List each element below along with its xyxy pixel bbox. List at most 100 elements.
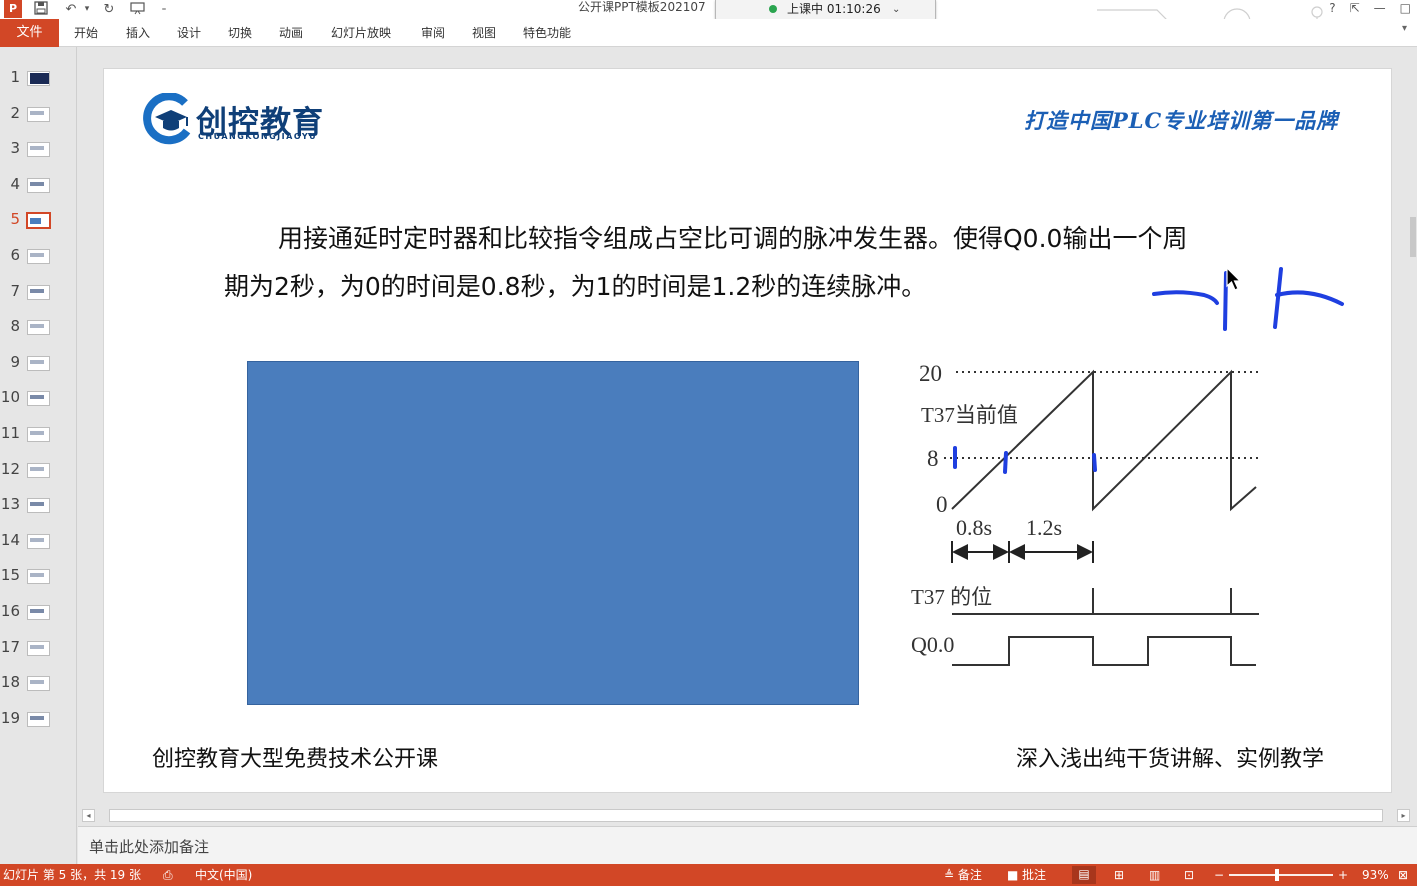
- slide-sorter-icon[interactable]: ⊞: [1114, 867, 1124, 883]
- meeting-status-text: 上课中 01:10:26: [787, 2, 881, 16]
- slide-thumbnail-preview[interactable]: [27, 391, 50, 407]
- ribbon-display-icon[interactable]: ⇱: [1350, 0, 1360, 19]
- slide-thumbnail-5[interactable]: 5: [0, 206, 77, 236]
- powerpoint-logo-icon: P: [4, 0, 22, 18]
- zoom-in-icon[interactable]: +: [1338, 867, 1348, 883]
- slide-thumbnail-preview[interactable]: [27, 569, 50, 585]
- slide-thumbnail-number: 10: [0, 388, 20, 407]
- maximize-icon[interactable]: □: [1400, 0, 1411, 19]
- slide-thumbnail-1[interactable]: 1: [0, 64, 77, 94]
- customize-toolbar-icon[interactable]: ₌: [155, 1, 173, 18]
- slide-thumbnail-number: 14: [0, 530, 20, 549]
- slideshow-start-icon[interactable]: [129, 1, 147, 18]
- reading-view-icon[interactable]: ▥: [1149, 867, 1160, 883]
- help-icon[interactable]: ?: [1329, 0, 1335, 19]
- slide-thumbnail-preview[interactable]: [27, 605, 50, 620]
- slide-thumbnail-preview[interactable]: [27, 71, 50, 86]
- chevron-down-icon[interactable]: ⌄: [892, 1, 900, 18]
- slide-thumbnail-13[interactable]: 13: [0, 491, 77, 521]
- slide-thumbnail-preview[interactable]: [27, 106, 50, 122]
- notes-placeholder[interactable]: 单击此处添加备注: [89, 836, 209, 857]
- slide-thumbnail-preview[interactable]: [27, 533, 50, 549]
- slide-canvas[interactable]: 创控教育 CHUANGKONGJIAOYU 打造中国PLC专业培训第一品牌 用接…: [103, 68, 1392, 793]
- slide-thumbnail-preview[interactable]: [27, 355, 50, 371]
- notes-pane[interactable]: 单击此处添加备注: [78, 826, 1417, 864]
- horizontal-scrollbar-thumb[interactable]: [109, 809, 1383, 822]
- tab-insert[interactable]: 插入: [126, 19, 150, 47]
- vertical-scrollbar-thumb[interactable]: [1410, 217, 1416, 257]
- slide-thumbnail-15[interactable]: 15: [0, 562, 77, 592]
- tab-animations[interactable]: 动画: [279, 19, 303, 47]
- undo-dropdown-icon[interactable]: ▾: [78, 1, 96, 18]
- tab-review[interactable]: 审阅: [421, 19, 445, 47]
- tab-transitions[interactable]: 切换: [228, 19, 252, 47]
- slide-thumbnail-preview[interactable]: [27, 711, 50, 727]
- slide-thumbnail-4[interactable]: 4: [0, 171, 77, 201]
- slide-thumbnail-number: 17: [0, 637, 20, 656]
- slide-thumbnail-preview[interactable]: [27, 640, 50, 656]
- slide-thumbnail-preview[interactable]: [27, 498, 50, 514]
- zoom-out-icon[interactable]: −: [1214, 867, 1224, 883]
- slide-thumbnail-number: 8: [10, 317, 20, 336]
- slide-thumbnail-preview[interactable]: [27, 320, 50, 336]
- slide-thumbnail-preview[interactable]: [27, 142, 50, 158]
- slide-thumbnail-17[interactable]: 17: [0, 634, 77, 664]
- slide-thumbnail-3[interactable]: 3: [0, 135, 77, 165]
- tab-file[interactable]: 文件: [0, 19, 59, 47]
- zoom-level[interactable]: 93%: [1362, 867, 1389, 883]
- slide-thumbnail-number: 1: [10, 68, 20, 86]
- brand-slogan: 打造中国PLC专业培训第一品牌: [1024, 108, 1339, 133]
- scroll-right-icon[interactable]: ▸: [1397, 809, 1410, 822]
- comments-icon: ■: [1007, 868, 1019, 882]
- vertical-scrollbar[interactable]: [1409, 47, 1417, 807]
- slide-thumbnail-19[interactable]: 19: [0, 705, 77, 735]
- label-8: 8: [927, 446, 939, 471]
- minimize-icon[interactable]: —: [1374, 0, 1386, 19]
- normal-view-icon[interactable]: ▤: [1072, 866, 1096, 884]
- tab-home[interactable]: 开始: [74, 19, 98, 47]
- comments-button[interactable]: 批注: [1022, 867, 1046, 883]
- slide-thumbnail-9[interactable]: 9: [0, 349, 77, 379]
- save-icon[interactable]: [32, 1, 50, 18]
- fit-to-window-icon[interactable]: ⊠: [1398, 867, 1408, 883]
- meeting-status-bar[interactable]: 上课中 01:10:26 ⌄: [715, 0, 936, 21]
- redo-icon[interactable]: ↻: [100, 1, 118, 18]
- slide-thumbnail-preview[interactable]: [27, 427, 50, 442]
- slide-thumbnail-preview[interactable]: [26, 212, 51, 230]
- tab-slideshow[interactable]: 幻灯片放映: [331, 19, 391, 47]
- ribbon-tabs: 文件 开始 插入 设计 切换 动画 幻灯片放映 审阅 视图 特色功能 ▾: [0, 19, 1417, 47]
- slide-thumbnail-preview[interactable]: [27, 249, 50, 264]
- slide-thumbnail-number: 4: [10, 174, 20, 193]
- label-t37-bit: T37 的位: [911, 585, 992, 609]
- slide-thumbnail-14[interactable]: 14: [0, 527, 77, 557]
- slide-thumbnail-16[interactable]: 16: [0, 598, 77, 628]
- slide-thumbnail-7[interactable]: 7: [0, 278, 77, 308]
- horizontal-scrollbar[interactable]: ◂ ▸: [78, 807, 1417, 824]
- slide-thumbnail-11[interactable]: 11: [0, 420, 77, 450]
- scroll-left-icon[interactable]: ◂: [82, 809, 95, 822]
- slide-thumbnail-18[interactable]: 18: [0, 669, 77, 699]
- notes-button[interactable]: ≜ 备注: [944, 867, 982, 883]
- slide-thumbnail-preview[interactable]: [27, 462, 50, 478]
- tab-design[interactable]: 设计: [177, 19, 201, 47]
- footer-left-text: 创控教育大型免费技术公开课: [152, 747, 439, 772]
- placeholder-rectangle[interactable]: [247, 361, 859, 705]
- slide-thumbnail-preview[interactable]: [27, 177, 50, 193]
- spellcheck-icon[interactable]: ⎙: [163, 867, 173, 883]
- zoom-slider-knob[interactable]: [1275, 869, 1279, 881]
- tab-special-features[interactable]: 特色功能: [523, 19, 571, 47]
- slide-thumbnail-preview[interactable]: [27, 284, 50, 300]
- zoom-slider[interactable]: [1229, 874, 1333, 876]
- slide-thumbnail-2[interactable]: 2: [0, 100, 77, 130]
- tab-view[interactable]: 视图: [472, 19, 496, 47]
- slide-thumbnail-8[interactable]: 8: [0, 313, 77, 343]
- ribbon-collapse-icon[interactable]: ▾: [1402, 23, 1407, 34]
- slideshow-view-icon[interactable]: ⊡: [1184, 867, 1194, 883]
- slide-thumbnail-10[interactable]: 10: [0, 384, 77, 414]
- slide-thumbnail-number: 7: [10, 281, 20, 300]
- slide-thumbnail-6[interactable]: 6: [0, 242, 77, 272]
- language-indicator[interactable]: 中文(中国): [195, 867, 252, 883]
- slide-thumbnail-preview[interactable]: [27, 676, 50, 692]
- slide-thumbnail-12[interactable]: 12: [0, 456, 77, 486]
- footer-right-text: 深入浅出纯干货讲解、实例教学: [1016, 747, 1325, 772]
